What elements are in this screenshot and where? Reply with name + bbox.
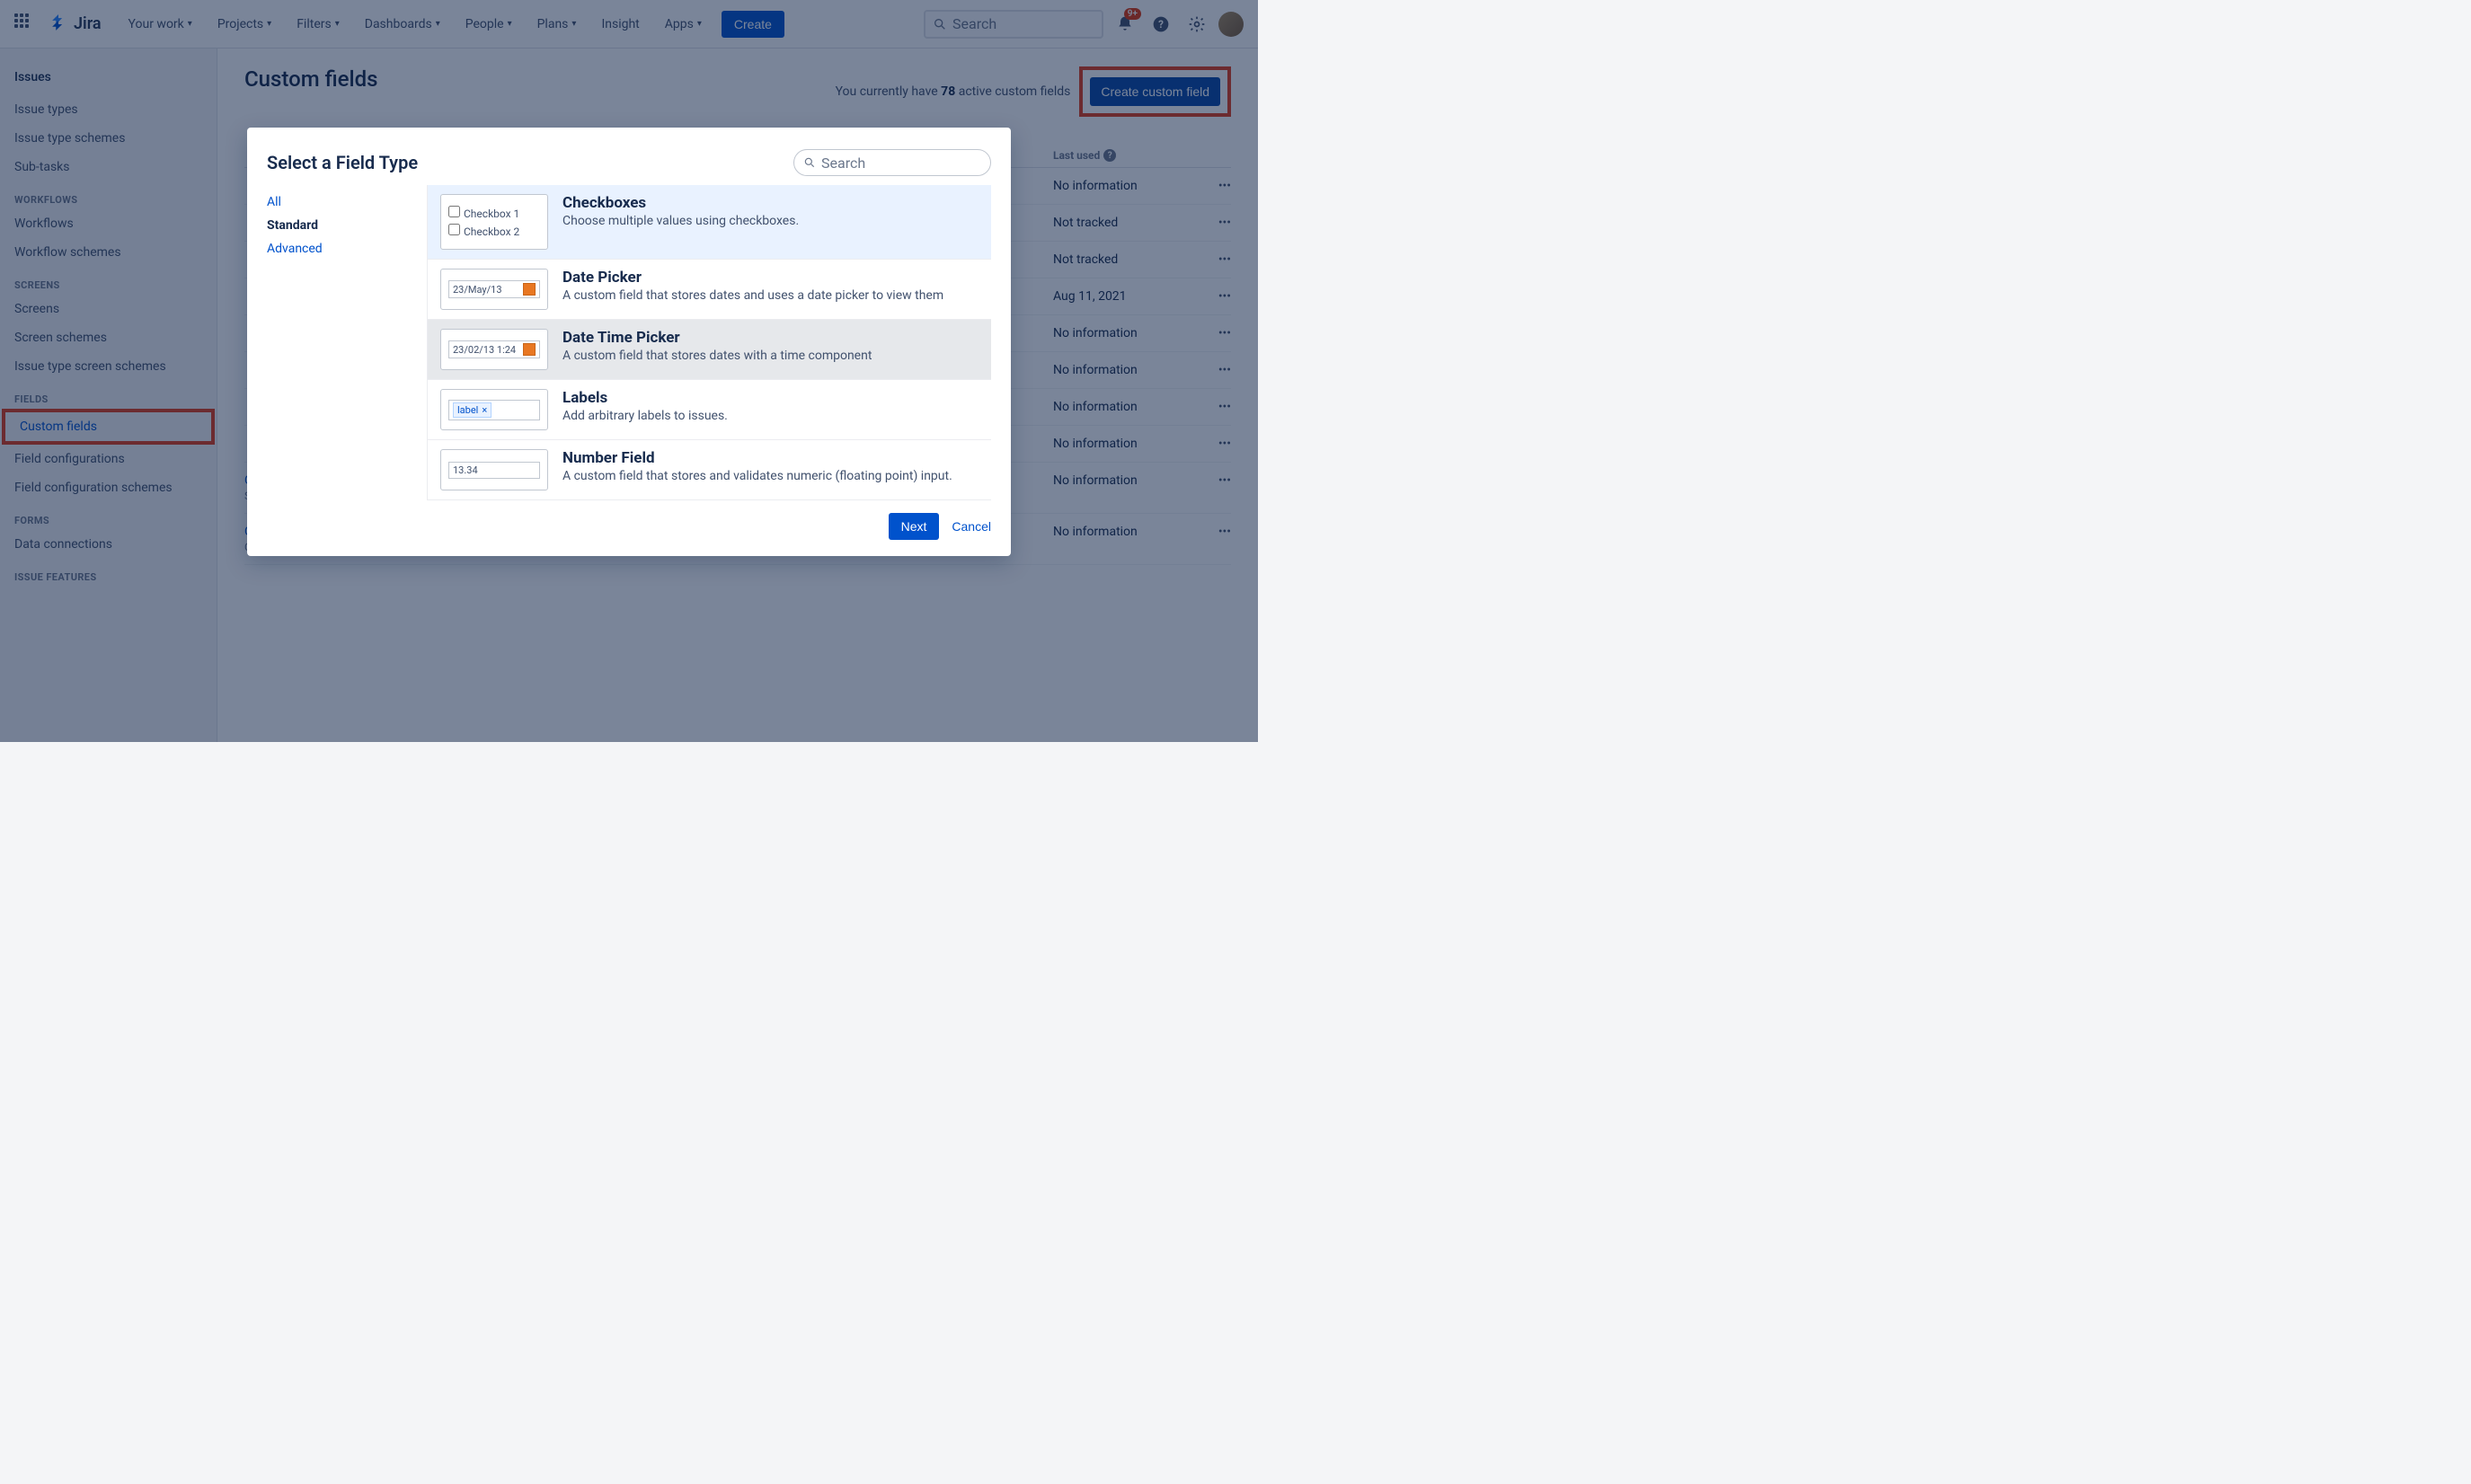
field-type-name: Date Picker (562, 269, 943, 287)
calendar-icon (523, 343, 536, 356)
tab-advanced[interactable]: Advanced (267, 237, 411, 261)
field-type-option[interactable]: 23/02/13 1:24 Date Time Picker A custom fi… (428, 320, 991, 380)
tab-all[interactable]: All (267, 190, 411, 214)
field-type-modal: Select a Field Type Search All Standard … (247, 128, 1011, 556)
cancel-button[interactable]: Cancel (952, 513, 991, 540)
field-type-name: Checkboxes (562, 194, 799, 212)
checkbox-icon (448, 206, 460, 217)
field-type-preview: 13.34 (440, 449, 548, 490)
tab-standard[interactable]: Standard (267, 214, 411, 237)
search-icon (803, 156, 816, 169)
field-type-desc: Add arbitrary labels to issues. (562, 409, 728, 423)
field-type-list: Checkbox 1Checkbox 2 Checkboxes Choose mul… (427, 185, 991, 500)
modal-tabs: All Standard Advanced (267, 185, 411, 500)
field-type-preview: Checkbox 1Checkbox 2 (440, 194, 548, 250)
field-type-option[interactable]: 13.34 Number Field A custom field that sto… (428, 440, 991, 500)
next-button[interactable]: Next (889, 513, 940, 540)
modal-search[interactable]: Search (793, 149, 991, 176)
field-type-preview: 23/02/13 1:24 (440, 329, 548, 370)
field-type-desc: A custom field that stores and validates… (562, 469, 952, 483)
field-type-name: Labels (562, 389, 728, 407)
field-type-option[interactable]: Checkbox 1Checkbox 2 Checkboxes Choose mul… (428, 185, 991, 260)
field-type-preview: 23/May/13 (440, 269, 548, 310)
field-type-name: Number Field (562, 449, 952, 467)
checkbox-icon (448, 224, 460, 235)
field-type-option[interactable]: 23/May/13 Date PickerA custom field that … (428, 260, 991, 320)
field-type-name: Date Time Picker (562, 329, 872, 347)
field-type-option[interactable]: label × Labels Add arbitrary labels to iss… (428, 380, 991, 440)
field-type-desc: A custom field that stores dates with a … (562, 349, 872, 363)
modal-title: Select a Field Type (267, 152, 418, 173)
field-type-preview: label × (440, 389, 548, 430)
field-type-desc: Choose multiple values using checkboxes. (562, 214, 799, 228)
calendar-icon (523, 283, 536, 296)
field-type-desc: A custom field that stores dates and use… (562, 288, 943, 303)
